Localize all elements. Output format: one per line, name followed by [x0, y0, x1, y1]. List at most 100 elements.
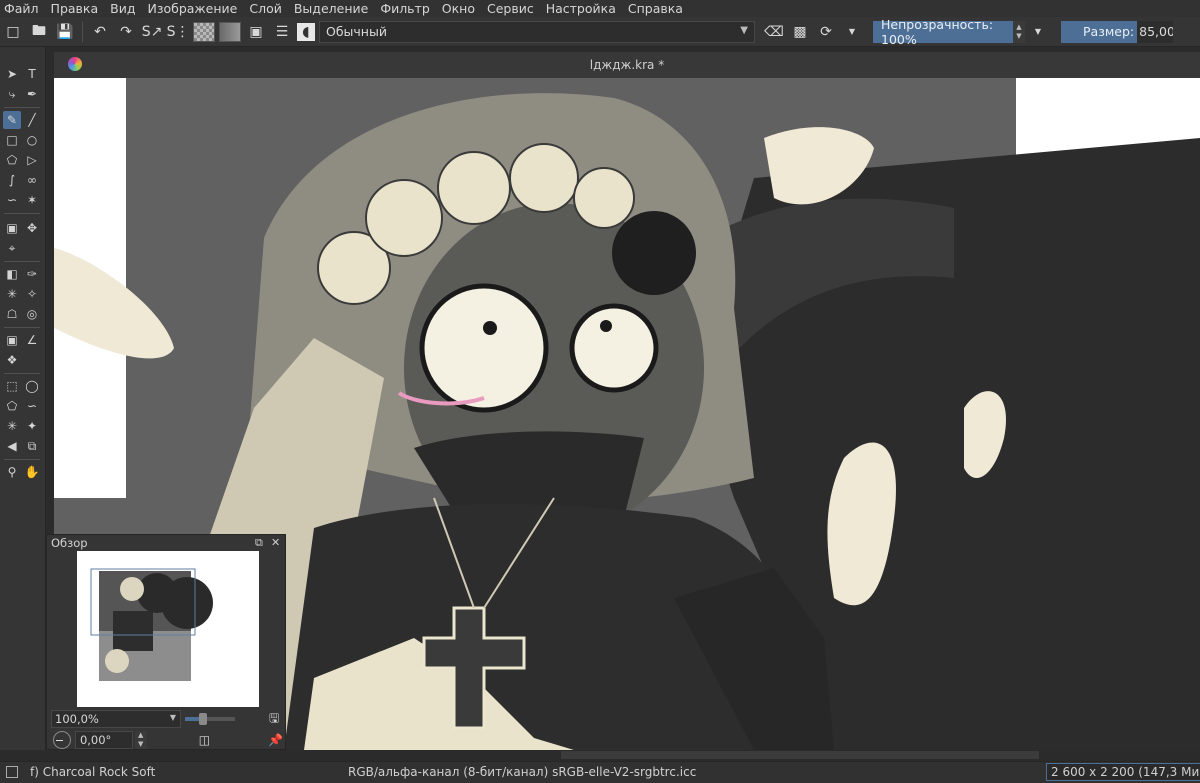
- color-swap-icon[interactable]: ▣: [245, 21, 267, 43]
- blend-mode-value: Обычный: [326, 24, 387, 39]
- bezier-tool-icon[interactable]: ∫: [3, 171, 21, 189]
- toolbox-separator: [4, 261, 40, 262]
- brush-presets-icon[interactable]: ☰: [271, 21, 293, 43]
- edit-shapes-icon[interactable]: ⤷: [3, 85, 21, 103]
- float-docker-icon[interactable]: ⧉: [255, 536, 263, 550]
- document-tab[interactable]: lдждж.kra *: [54, 52, 1200, 78]
- transform-tool-icon[interactable]: ▣: [3, 219, 21, 237]
- menu-item-2[interactable]: Вид: [110, 1, 135, 16]
- ellipse-tool-icon[interactable]: ○: [23, 131, 41, 149]
- freehand-select-icon[interactable]: ∽: [23, 397, 41, 415]
- gradient-tool-icon[interactable]: ◧: [3, 265, 21, 283]
- transform-icon[interactable]: S↗: [141, 21, 163, 43]
- select-shapes-icon[interactable]: ➤: [3, 65, 21, 83]
- assistant-tool-icon[interactable]: ▣: [3, 331, 21, 349]
- reload-preset-icon[interactable]: ⟳: [815, 21, 837, 43]
- polygon-tool-icon[interactable]: ⬠: [3, 151, 21, 169]
- menu-item-3[interactable]: Изображение: [147, 1, 237, 16]
- size-label: Размер:: [1083, 24, 1135, 39]
- new-document-icon[interactable]: □: [2, 21, 24, 43]
- brush-preset-icon[interactable]: [6, 766, 18, 778]
- mirror-view-icon[interactable]: ◫: [199, 733, 210, 747]
- menu-item-1[interactable]: Правка: [51, 1, 99, 16]
- polygon-select-icon[interactable]: ⬠: [3, 397, 21, 415]
- horizontal-scrollbar[interactable]: [560, 750, 1040, 760]
- move-tool-icon[interactable]: ✥: [23, 219, 41, 237]
- redo-icon[interactable]: ↷: [115, 21, 137, 43]
- contiguous-select-icon[interactable]: ✳: [3, 417, 21, 435]
- main-toolbar: □ 🖿 💾 ↶ ↷ S↗ S⋮ ▣ ☰ ◖ Обычный ▼ ⌫ ▩ ⟳ ▼ …: [0, 17, 1200, 47]
- selection-tools-icon[interactable]: S⋮: [167, 21, 190, 43]
- chevron-down-icon[interactable]: ▼: [1027, 21, 1049, 43]
- overview-title-bar: Обзор ⧉ ✕: [47, 535, 285, 551]
- toolbox-separator: [4, 213, 40, 214]
- gradient-swatch[interactable]: [219, 21, 241, 42]
- menu-bar: Файл Правка Вид Изображение Слой Выделение Фил…: [0, 0, 1200, 17]
- rect-select-icon[interactable]: ⬚: [3, 377, 21, 395]
- menu-item-0[interactable]: Файл: [4, 1, 39, 16]
- fit-to-screen-icon[interactable]: 🖫: [269, 709, 279, 730]
- overview-rotation-row: 0,00° ▲ ▼ ◫ 📌: [51, 731, 283, 749]
- reference-pin-icon[interactable]: ❖: [3, 351, 21, 369]
- mirror-dropdown-icon[interactable]: ▼: [841, 21, 863, 43]
- menu-item-9[interactable]: Настройка: [546, 1, 616, 16]
- freehand-path-icon[interactable]: ∞: [23, 171, 41, 189]
- chevron-down-icon: ▼: [740, 24, 748, 36]
- open-folder-icon[interactable]: 🖿: [28, 21, 50, 43]
- rotation-input[interactable]: 0,00°: [74, 731, 133, 749]
- document-title: lдждж.kra *: [589, 58, 665, 72]
- menu-item-10[interactable]: Справка: [628, 1, 683, 16]
- colorize-mask-icon[interactable]: ✧: [23, 285, 41, 303]
- pattern-swatch[interactable]: [193, 21, 215, 42]
- save-icon[interactable]: 💾: [54, 21, 76, 43]
- text-tool-icon[interactable]: T: [23, 65, 41, 83]
- multibrush-icon[interactable]: ✶: [23, 191, 41, 209]
- fill-tool-icon[interactable]: ☖: [3, 305, 21, 323]
- image-dimensions[interactable]: 2 600 x 2 200 (147,3 МиБ): [1046, 763, 1200, 781]
- zoom-slider[interactable]: [185, 713, 235, 725]
- toolbox-separator: [4, 459, 40, 460]
- rotation-dial[interactable]: [53, 731, 71, 749]
- rotation-spinner[interactable]: ▲ ▼: [134, 731, 147, 749]
- toolbox-separator: [4, 327, 40, 328]
- color-picker-icon[interactable]: ✑: [23, 265, 41, 283]
- line-tool-icon[interactable]: ╱: [23, 111, 41, 129]
- magnetic-select-icon[interactable]: ⧉: [23, 437, 41, 455]
- opacity-spinner[interactable]: ▲ ▼: [1013, 20, 1025, 43]
- pin-icon[interactable]: 📌: [268, 733, 283, 747]
- bezier-select-icon[interactable]: ◀: [3, 437, 21, 455]
- overview-docker: Обзор ⧉ ✕ 100,0% ▼ 🖫 0,00° ▲ ▼ ◫ 📌: [46, 534, 286, 750]
- size-value: 85,00 п: [1137, 20, 1173, 43]
- enclose-fill-icon[interactable]: ◎: [23, 305, 41, 323]
- undo-icon[interactable]: ↶: [89, 21, 111, 43]
- status-bar: f) Charcoal Rock Soft RGB/альфа-канал (8…: [0, 761, 1200, 783]
- zoom-select[interactable]: 100,0% ▼: [51, 710, 181, 728]
- calligraphy-icon[interactable]: ✒: [23, 85, 41, 103]
- dynamic-brush-icon[interactable]: ∽: [3, 191, 21, 209]
- freehand-brush-icon[interactable]: ✎: [3, 111, 21, 129]
- zoom-tool-icon[interactable]: ⚲: [3, 463, 21, 481]
- rectangle-tool-icon[interactable]: □: [3, 131, 21, 149]
- opacity-slider[interactable]: Непрозрачность: 100%: [873, 17, 1013, 47]
- polyline-tool-icon[interactable]: ▷: [23, 151, 41, 169]
- menu-item-6[interactable]: Фильтр: [380, 1, 429, 16]
- crop-tool-icon[interactable]: ⌖: [3, 239, 21, 257]
- current-brush[interactable]: f) Charcoal Rock Soft: [30, 765, 155, 779]
- blend-mode-select[interactable]: Обычный ▼: [319, 20, 755, 43]
- pan-tool-icon[interactable]: ✋: [23, 463, 41, 481]
- close-icon[interactable]: ✕: [271, 536, 280, 549]
- zoom-slider-handle[interactable]: [198, 713, 207, 725]
- eraser-icon[interactable]: ⌫: [763, 21, 785, 43]
- menu-item-7[interactable]: Окно: [442, 1, 475, 16]
- menu-item-4[interactable]: Слой: [249, 1, 282, 16]
- overview-preview[interactable]: [77, 551, 259, 707]
- alpha-lock-icon[interactable]: ▩: [789, 21, 811, 43]
- menu-item-5[interactable]: Выделение: [294, 1, 368, 16]
- smart-patch-icon[interactable]: ✳: [3, 285, 21, 303]
- menu-item-8[interactable]: Сервис: [487, 1, 534, 16]
- ellipse-select-icon[interactable]: ◯: [23, 377, 41, 395]
- measure-tool-icon[interactable]: ∠: [23, 331, 41, 349]
- size-slider[interactable]: Размер: 85,00 п: [1061, 20, 1173, 43]
- similar-select-icon[interactable]: ✦: [23, 417, 41, 435]
- brush-editor-icon[interactable]: ◖: [297, 22, 315, 41]
